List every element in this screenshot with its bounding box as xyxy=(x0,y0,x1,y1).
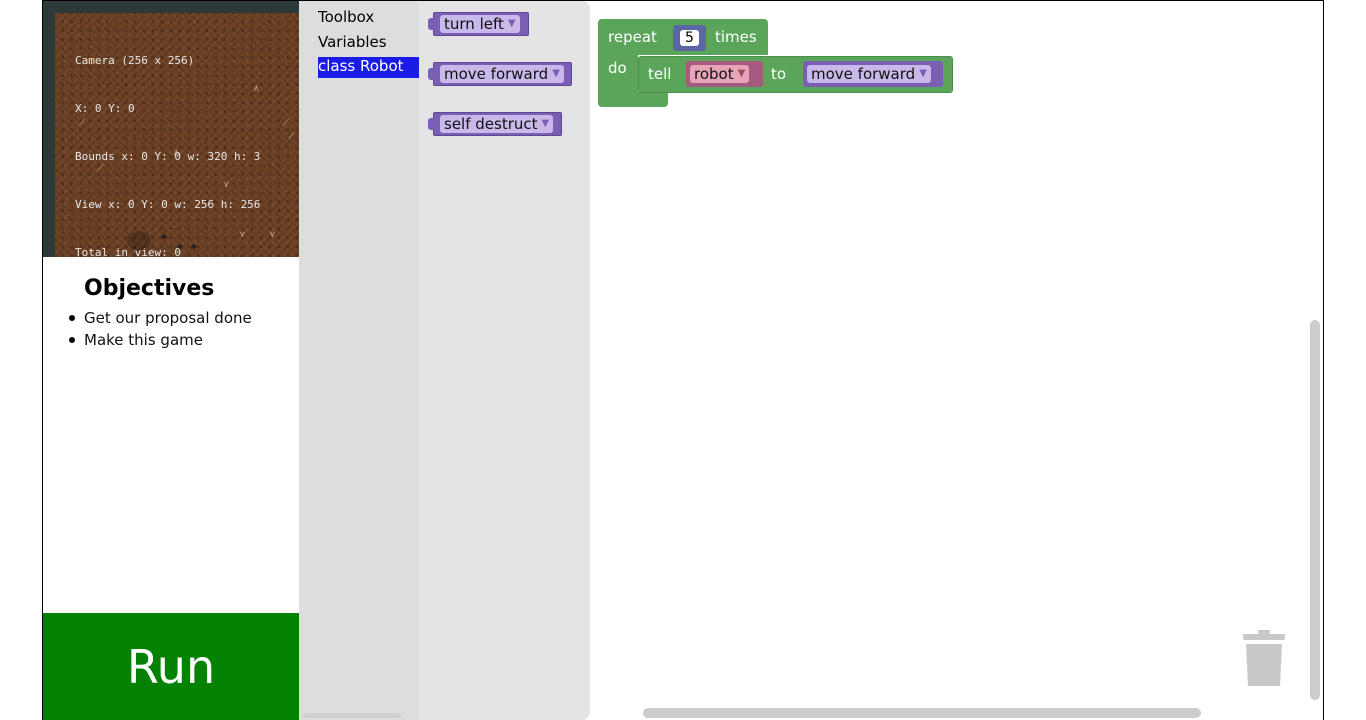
ground-decoration: ⋎ xyxy=(223,180,230,190)
ground-decoration: ⋏ xyxy=(173,148,180,158)
to-label: to xyxy=(771,65,787,83)
workspace-vertical-scrollbar[interactable] xyxy=(1310,320,1320,700)
debug-line: Total in view: 0 xyxy=(75,246,181,257)
ground-decoration: ⟋ xyxy=(127,198,134,208)
debug-line: Bounds x: 0 Y: 0 w: 320 h: 3 xyxy=(75,150,261,163)
block-dropdown[interactable]: self destruct ▼ xyxy=(440,115,554,133)
tell-target-value: robot xyxy=(694,65,734,83)
do-label: do xyxy=(608,59,627,77)
objectives-title: Objectives xyxy=(84,276,215,301)
block-connector xyxy=(428,68,435,80)
flyout-block-self-destruct[interactable]: self destruct ▼ xyxy=(428,112,562,136)
ground-decoration: ⟋ xyxy=(79,118,86,128)
dropdown-arrow-icon: ▼ xyxy=(919,68,927,79)
dropdown-arrow-icon: ▼ xyxy=(541,118,550,129)
repeat-block-foot[interactable] xyxy=(598,92,668,107)
camera-debug-text: Camera (256 x 256) X: 0 Y: 0 Bounds x: 0… xyxy=(75,21,260,257)
game-canvas: Camera (256 x 256) X: 0 Y: 0 Bounds x: 0… xyxy=(43,1,299,257)
block-flyout xyxy=(419,1,590,720)
workspace-horizontal-scrollbar[interactable] xyxy=(643,708,1201,718)
tell-action-dropdown[interactable]: move forward ▼ xyxy=(807,65,931,83)
tell-action-value: move forward xyxy=(811,65,916,83)
dropdown-arrow-icon: ▼ xyxy=(552,68,560,79)
dropdown-arrow-icon: ▼ xyxy=(737,68,746,79)
tell-target-dropdown[interactable]: robot ▼ xyxy=(690,65,750,83)
run-button[interactable]: Run xyxy=(43,613,299,720)
tell-action-slot[interactable]: move forward ▼ xyxy=(803,61,943,87)
flyout-block-move-forward[interactable]: move forward ▼ xyxy=(428,62,572,86)
ground-decoration: ⋎ xyxy=(269,230,276,240)
block-connector xyxy=(428,18,435,30)
toolbox-scrollbar[interactable] xyxy=(303,713,401,718)
repeat-count-value[interactable]: 5 xyxy=(680,30,699,46)
repeat-count-field[interactable]: 5 xyxy=(673,25,706,51)
ground-decoration: ⟋ xyxy=(97,164,104,174)
toolbox-category-toolbox[interactable]: Toolbox xyxy=(318,8,374,26)
block-dropdown[interactable]: turn left ▼ xyxy=(440,15,520,33)
ground-hole xyxy=(127,231,151,251)
ground-decoration: ⟋ xyxy=(283,118,290,128)
debug-line: Camera (256 x 256) xyxy=(75,54,195,67)
block-dropdown-label: turn left xyxy=(444,15,504,33)
ground-decoration: ✦ ✦ xyxy=(175,240,199,254)
tell-target-slot[interactable]: robot ▼ xyxy=(686,61,763,87)
ground-decoration: ⋏ xyxy=(253,84,260,94)
objective-item: Make this game xyxy=(69,329,252,351)
game-wall-left xyxy=(43,1,55,257)
repeat-label: repeat xyxy=(608,28,657,46)
ground-decoration: ⋎ xyxy=(239,230,246,240)
trash-can-icon[interactable] xyxy=(1242,630,1286,688)
debug-line: X: 0 Y: 0 xyxy=(75,102,135,115)
tell-label: tell xyxy=(648,65,672,83)
toolbox-category-variables[interactable]: Variables xyxy=(318,33,387,51)
block-dropdown-label: self destruct xyxy=(444,115,538,133)
game-wall-top xyxy=(43,1,299,13)
objective-item: Get our proposal done xyxy=(69,309,252,327)
toolbox-category-class-robot[interactable]: class Robot xyxy=(318,57,419,78)
ground-decoration: ⟋ xyxy=(288,132,295,142)
dropdown-arrow-icon: ▼ xyxy=(507,18,516,29)
times-label: times xyxy=(715,28,757,46)
debug-line: View x: 0 Y: 0 w: 256 h: 256 xyxy=(75,198,261,211)
ground-decoration: ✦ xyxy=(159,230,170,244)
block-dropdown[interactable]: move forward ▼ xyxy=(440,65,564,83)
block-connector xyxy=(428,118,435,130)
flyout-block-turn-left[interactable]: turn left ▼ xyxy=(428,12,529,36)
objectives-list: Get our proposal done Make this game xyxy=(69,307,252,351)
toolbox-panel: Toolbox Variables class Robot xyxy=(299,1,419,720)
block-dropdown-label: move forward xyxy=(444,65,549,83)
